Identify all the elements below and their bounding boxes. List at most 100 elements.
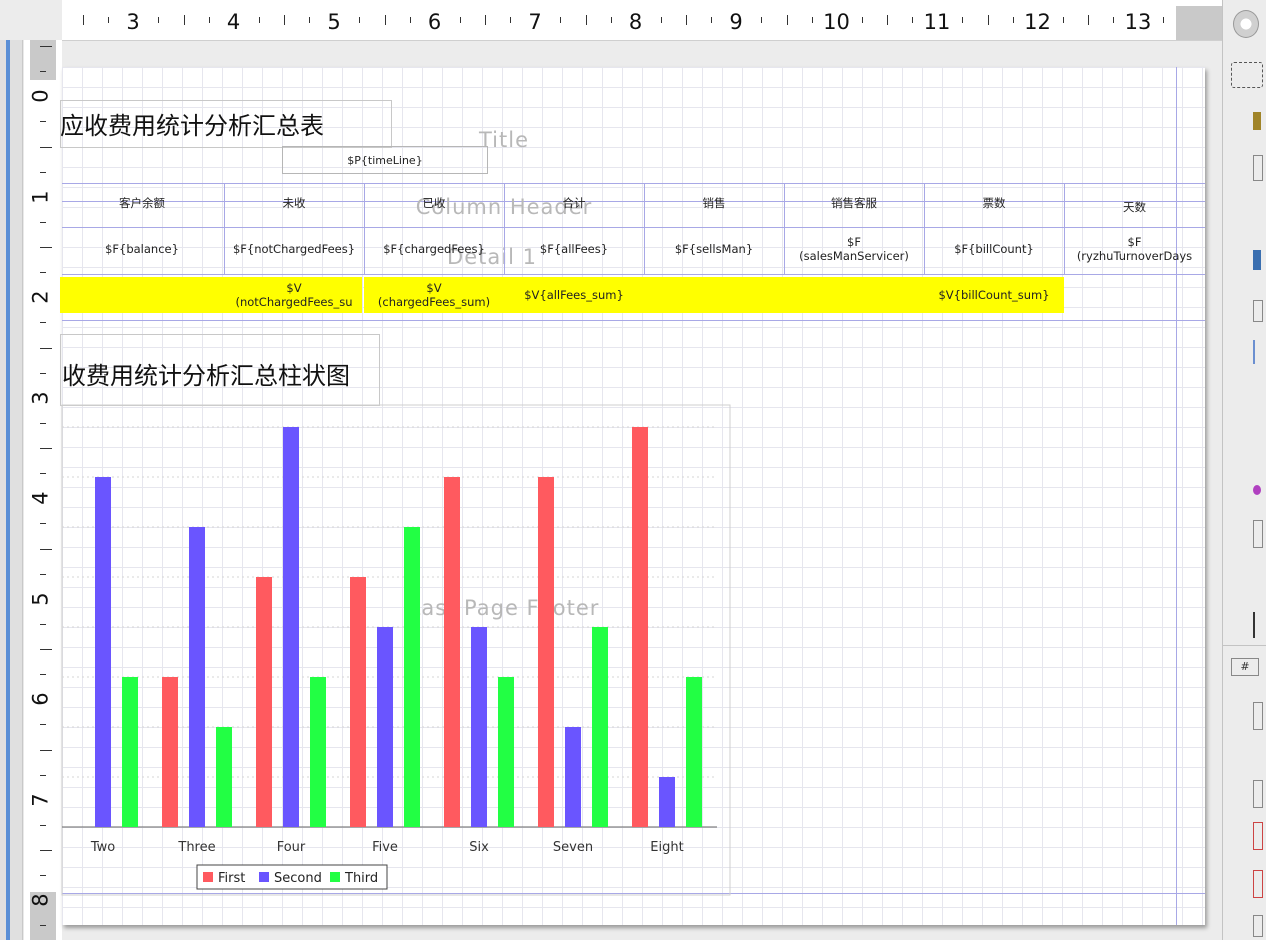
vruler-tick (40, 925, 46, 926)
palette-line-icon[interactable] (1253, 340, 1263, 364)
chart-title[interactable]: 收费用统计分析汇总柱状图 (62, 356, 350, 391)
detail-field-7[interactable]: $F (ryzhuTurnoverDays (1064, 231, 1205, 267)
bar-third-five (404, 527, 420, 827)
palette-map-icon[interactable] (1253, 870, 1263, 898)
column-header-3[interactable]: 合计 (504, 185, 644, 221)
detail-field-6[interactable]: $F{billCount} (924, 231, 1064, 267)
summary-variable-1[interactable]: $V (chargedFees_sum) (364, 277, 504, 313)
detail-field-3[interactable]: $F{allFees} (504, 231, 644, 267)
vruler-tick (40, 422, 46, 424)
hruler-tick (962, 17, 963, 23)
column-header-5[interactable]: 销售客服 (784, 185, 924, 221)
component-palette: # (1222, 0, 1266, 940)
hruler-tick (861, 17, 863, 23)
palette-crosstab-icon[interactable] (1253, 780, 1263, 808)
hruler-tick (560, 17, 561, 23)
detail-field-4[interactable]: $F{sellsMan} (644, 231, 784, 267)
x-tick-label: Five (372, 840, 398, 855)
hruler-tick (1163, 17, 1164, 23)
vruler-label-8: 8 (28, 893, 53, 907)
summary-variable-0[interactable]: $V (notChargedFees_su (224, 277, 364, 313)
summary-variable-3[interactable]: $V{billCount_sum} (924, 277, 1064, 313)
legend-label-second: Second (274, 871, 322, 886)
palette-frame-icon[interactable] (1253, 155, 1263, 181)
vruler-tick (40, 875, 46, 876)
vertical-ruler[interactable]: 0 1 2 3 4 5 6 7 8 (24, 40, 63, 940)
vruler-tick (40, 272, 46, 273)
selection-indicator (6, 0, 10, 940)
detail-band-bottom[interactable] (62, 274, 1205, 275)
bar-first-eight (632, 427, 648, 827)
legend-swatch-second (259, 872, 269, 882)
detail-field-5[interactable]: $F (salesManServicer) (784, 231, 924, 267)
hruler-label-10: 10 (823, 10, 850, 34)
detail-field-1[interactable]: $F{notChargedFees} (224, 231, 364, 267)
bar-chart[interactable]: Two Three Four Five Six Seven Eight First Secon… (61, 404, 732, 897)
hruler-tick (409, 17, 411, 23)
column-header-2[interactable]: 已收 (364, 185, 504, 221)
palette-chart-icon[interactable] (1253, 702, 1263, 730)
summary-band-bottom[interactable] (62, 320, 1205, 321)
column-header-0[interactable]: 客户余额 (60, 185, 224, 221)
hruler-tick (459, 17, 461, 23)
column-header-7[interactable]: 天数 (1064, 189, 1205, 225)
report-page[interactable]: Title Column Header Detail 1 Last Page F… (60, 67, 1205, 925)
vruler-tick (40, 573, 46, 575)
vruler-tick (40, 724, 46, 725)
summary-highlight (644, 277, 924, 313)
bar-third-two (122, 677, 138, 827)
report-title[interactable]: 应收费用统计分析汇总表 (60, 106, 324, 141)
hruler-label-5: 5 (327, 10, 341, 34)
bar-second-three (189, 527, 205, 827)
detail-field-0[interactable]: $F{balance} (60, 231, 224, 267)
vruler-tick (40, 121, 46, 122)
palette-break-icon[interactable] (1253, 612, 1263, 638)
palette-ellipse-icon[interactable] (1253, 485, 1261, 495)
vruler-label-6: 6 (28, 692, 53, 706)
ruler-scroll-thumb[interactable] (1176, 6, 1222, 40)
palette-barcode-icon[interactable] (1253, 822, 1263, 850)
hruler-tick (208, 17, 210, 23)
palette-selection-icon[interactable] (1231, 62, 1263, 88)
x-tick-label: Three (177, 840, 215, 855)
summary-variable-2[interactable]: $V{allFees_sum} (504, 277, 644, 313)
hruler-label-12: 12 (1024, 10, 1051, 34)
vruler-label-5: 5 (28, 591, 53, 606)
hruler-tick (284, 15, 285, 25)
bar-third-eight (686, 677, 702, 827)
bar-second-six (471, 627, 487, 827)
bar-first-six (444, 477, 460, 827)
bar-first-five (350, 577, 366, 827)
column-header-6[interactable]: 票数 (924, 185, 1064, 221)
header-band-bottom[interactable] (62, 227, 1205, 228)
palette-field-icon[interactable]: # (1231, 658, 1259, 676)
hruler-tick (1012, 17, 1014, 23)
column-header-1[interactable]: 未收 (224, 185, 364, 221)
horizontal-ruler[interactable]: 3 4 5 6 7 8 9 10 11 12 13 (62, 0, 1222, 41)
palette-image-icon[interactable] (1253, 250, 1261, 270)
vruler-tick (40, 850, 52, 851)
vruler-tick (40, 448, 52, 449)
vruler-tick (40, 322, 46, 323)
hruler-tick (1062, 17, 1064, 23)
detail-field-2[interactable]: $F{chargedFees} (364, 231, 504, 267)
hruler-tick (510, 17, 511, 23)
ruler-corner (0, 0, 62, 40)
palette-subreport-icon[interactable] (1253, 520, 1263, 548)
palette-rectangle-icon[interactable] (1253, 300, 1263, 322)
column-header-4[interactable]: 销售 (644, 185, 784, 221)
palette-text-icon[interactable] (1253, 112, 1261, 130)
legend-label-first: First (218, 871, 245, 886)
hruler-tick (887, 15, 888, 25)
palette-generic-icon[interactable] (1253, 915, 1263, 937)
timeline-parameter[interactable]: $P{timeLine} (282, 146, 488, 174)
palette-color-icon[interactable] (1233, 10, 1259, 38)
left-window-edge (0, 0, 23, 940)
bar-third-six (498, 677, 514, 827)
design-canvas[interactable]: Title Column Header Detail 1 Last Page F… (60, 41, 1222, 940)
vruler-label-2: 2 (28, 290, 53, 304)
bar-second-seven (565, 727, 581, 827)
title-band-bottom[interactable] (62, 183, 1205, 184)
vruler-label-1: 1 (28, 189, 53, 204)
hruler-tick (811, 17, 813, 23)
